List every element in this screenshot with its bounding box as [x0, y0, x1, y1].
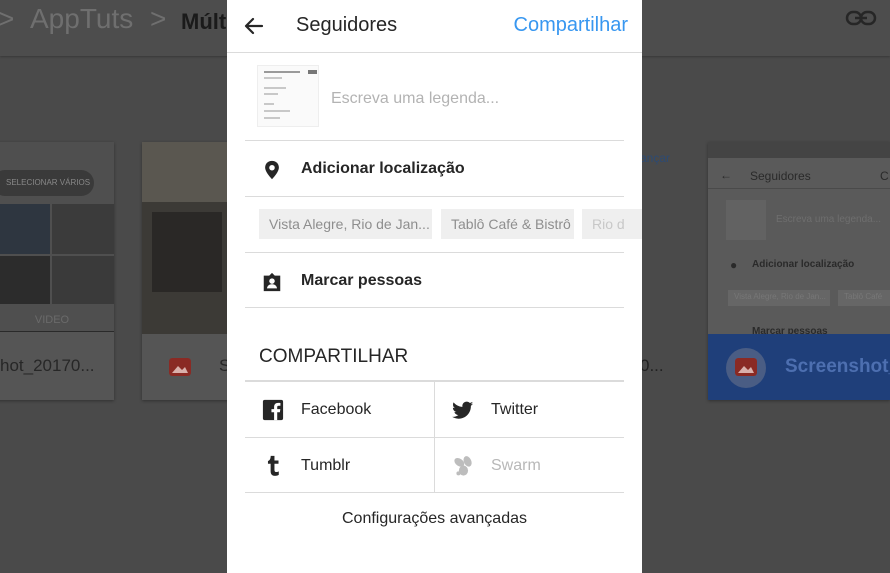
share-button[interactable]: Compartilhar	[514, 14, 628, 37]
image-icon	[169, 358, 191, 376]
file-thumbnail: SELECIONAR VÁRIOS VIDEO	[0, 142, 114, 332]
file-card[interactable]: SELECIONAR VÁRIOS VIDEO hot_20170...	[0, 142, 114, 400]
facebook-icon	[262, 399, 284, 421]
tag-people-row[interactable]: Marcar pessoas	[245, 255, 624, 309]
select-multiple-pill: SELECIONAR VÁRIOS	[0, 170, 94, 196]
facebook-label: Facebook	[301, 401, 372, 418]
caption-input[interactable]	[331, 86, 621, 112]
twitter-label: Twitter	[491, 401, 539, 418]
tag-people-label: Marcar pessoas	[301, 272, 422, 289]
tumblr-icon	[267, 455, 279, 476]
breadcrumb-separator: >	[150, 3, 167, 34]
file-name: hot_20170...	[0, 356, 95, 375]
share-swarm-toggle[interactable]: Swarm	[435, 438, 624, 493]
location-pin-icon	[265, 160, 279, 180]
share-section-title: COMPARTILHAR	[259, 346, 409, 367]
add-location-label: Adicionar localização	[301, 160, 465, 177]
post-thumbnail	[257, 65, 319, 127]
file-name: Screenshot_2	[785, 356, 890, 377]
twitter-icon	[452, 401, 474, 419]
video-label: VIDEO	[34, 314, 70, 326]
breadcrumb-separator: >	[0, 3, 15, 34]
swarm-bee-icon	[454, 456, 472, 476]
share-facebook-toggle[interactable]: Facebook	[245, 382, 434, 437]
background-text: ançar	[640, 151, 671, 165]
dialog-title: Seguidores	[296, 14, 398, 36]
tag-person-icon	[263, 272, 281, 292]
swarm-label: Swarm	[491, 457, 541, 474]
background-file-bar: Screenshot_2	[708, 334, 890, 400]
share-tumblr-toggle[interactable]: Tumblr	[245, 438, 434, 493]
share-dialog: Seguidores Compartilhar Adicionar locali…	[227, 0, 642, 573]
breadcrumb-current: Múlt	[181, 9, 227, 34]
add-location-row[interactable]: Adicionar localização	[245, 143, 624, 197]
location-suggestion-chip[interactable]: Tablô Café & Bistrô	[441, 209, 574, 239]
link-icon[interactable]	[845, 8, 877, 28]
dialog-header: Seguidores Compartilhar	[227, 0, 642, 53]
background-text: 0...	[640, 356, 664, 375]
back-arrow-icon[interactable]	[242, 14, 266, 38]
location-suggestion-chip[interactable]: Rio d	[582, 209, 642, 239]
location-suggestion-chip[interactable]: Vista Alegre, Rio de Jan...	[259, 209, 432, 239]
breadcrumb-folder[interactable]: AppTuts	[30, 3, 133, 35]
share-twitter-toggle[interactable]: Twitter	[435, 382, 624, 437]
image-icon	[735, 358, 757, 376]
tumblr-label: Tumblr	[301, 457, 351, 474]
advanced-settings-link[interactable]: Configurações avançadas	[227, 510, 642, 528]
